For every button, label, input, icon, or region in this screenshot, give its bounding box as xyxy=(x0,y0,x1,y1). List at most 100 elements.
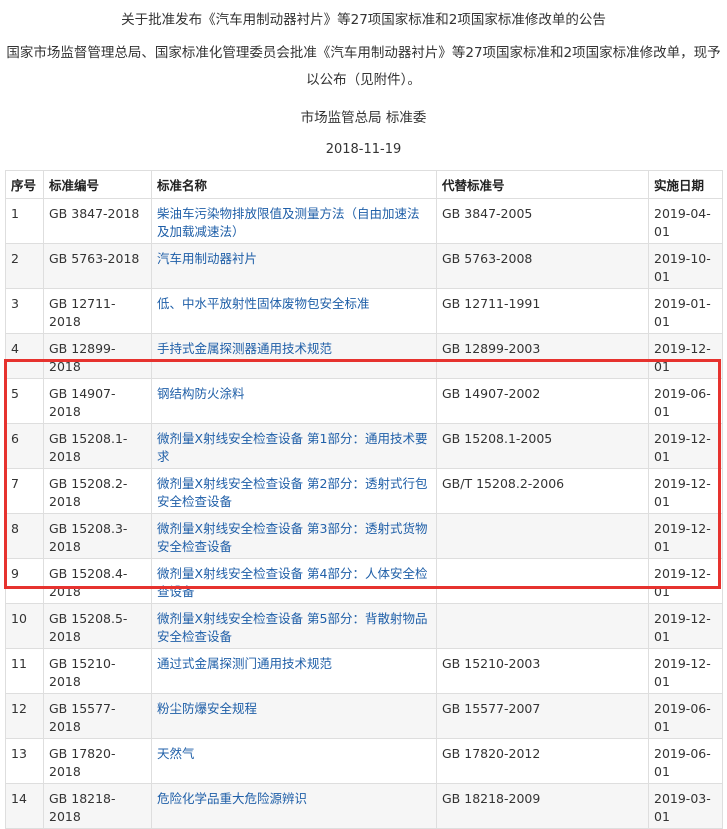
announcement-title: 关于批准发布《汽车用制动器衬片》等27项国家标准和2项国家标准修改单的公告 xyxy=(121,12,606,28)
standard-name-link[interactable]: 粉尘防爆安全规程 xyxy=(157,701,257,716)
cell-name: 微剂量X射线安全检查设备 第2部分：透射式行包安全检查设备 xyxy=(151,468,437,514)
standard-name-link[interactable]: 微剂量X射线安全检查设备 第1部分：通用技术要求 xyxy=(157,431,428,464)
standard-name-link[interactable]: 柴油车污染物排放限值及测量方法（自由加速法及加载减速法） xyxy=(157,206,420,239)
standard-name-link[interactable]: 通过式金属探测门通用技术规范 xyxy=(157,656,332,671)
standard-name-link[interactable]: 微剂量X射线安全检查设备 第2部分：透射式行包安全检查设备 xyxy=(157,476,428,509)
announcement-date: 2018-11-19 xyxy=(325,142,402,157)
cell-replaces: GB 3847-2005 xyxy=(436,198,649,244)
standard-name-link[interactable]: 微剂量X射线安全检查设备 第3部分：透射式货物安全检查设备 xyxy=(157,521,428,554)
cell-code: GB 15208.5-2018 xyxy=(43,603,152,649)
cell-date: 2019-06-01 xyxy=(648,738,723,784)
cell-name: 柴油车污染物排放限值及测量方法（自由加速法及加载减速法） xyxy=(151,198,437,244)
cell-no: 2 xyxy=(5,243,44,289)
cell-name: 粉尘防爆安全规程 xyxy=(151,693,437,739)
cell-replaces: GB 14907-2002 xyxy=(436,378,649,424)
table-row: 5 GB 14907-2018 钢结构防火涂料 GB 14907-2002 2019-0… xyxy=(5,378,723,424)
cell-code: GB 18218-2018 xyxy=(43,783,152,829)
standard-name-link[interactable]: 微剂量X射线安全检查设备 第4部分：人体安全检查设备 xyxy=(157,566,428,599)
cell-no: 3 xyxy=(5,288,44,334)
cell-code: GB 3847-2018 xyxy=(43,198,152,244)
cell-no: 6 xyxy=(5,423,44,469)
header-replaces: 代替标准号 xyxy=(436,170,649,199)
table-body: 1 GB 3847-2018 柴油车污染物排放限值及测量方法（自由加速法及加载减速法… xyxy=(5,198,723,829)
cell-name: 微剂量X射线安全检查设备 第5部分：背散射物品安全检查设备 xyxy=(151,603,437,649)
cell-code: GB 15208.3-2018 xyxy=(43,513,152,559)
cell-replaces xyxy=(436,513,649,559)
cell-date: 2019-12-01 xyxy=(648,333,723,379)
cell-code: GB 12711-2018 xyxy=(43,288,152,334)
standard-name-link[interactable]: 手持式金属探测器通用技术规范 xyxy=(157,341,332,356)
header-date: 实施日期 xyxy=(648,170,723,199)
cell-name: 汽车用制动器衬片 xyxy=(151,243,437,289)
cell-replaces: GB 18218-2009 xyxy=(436,783,649,829)
announcement-intro: 国家市场监督管理总局、国家标准化管理委员会批准《汽车用制动器衬片》等27项国家标… xyxy=(6,45,721,88)
header-no: 序号 xyxy=(5,170,44,199)
standard-name-link[interactable]: 汽车用制动器衬片 xyxy=(157,251,257,266)
cell-date: 2019-03-01 xyxy=(648,783,723,829)
table-header-row: 序号 标准编号 标准名称 代替标准号 实施日期 xyxy=(5,170,723,199)
cell-date: 2019-12-01 xyxy=(648,468,723,514)
cell-date: 2019-01-01 xyxy=(648,288,723,334)
cell-no: 13 xyxy=(5,738,44,784)
table-row: 2 GB 5763-2018 汽车用制动器衬片 GB 5763-2008 2019-10… xyxy=(5,243,723,289)
cell-no: 14 xyxy=(5,783,44,829)
cell-code: GB 17820-2018 xyxy=(43,738,152,784)
cell-date: 2019-12-01 xyxy=(648,603,723,649)
cell-code: GB 15577-2018 xyxy=(43,693,152,739)
table-row: 7 GB 15208.2-2018 微剂量X射线安全检查设备 第2部分：透射式行包安… xyxy=(5,468,723,514)
cell-name: 钢结构防火涂料 xyxy=(151,378,437,424)
cell-no: 4 xyxy=(5,333,44,379)
cell-name: 低、中水平放射性固体废物包安全标准 xyxy=(151,288,437,334)
cell-date: 2019-12-01 xyxy=(648,648,723,694)
header-code: 标准编号 xyxy=(43,170,152,199)
cell-date: 2019-12-01 xyxy=(648,513,723,559)
table-row: 3 GB 12711-2018 低、中水平放射性固体废物包安全标准 GB 12711-… xyxy=(5,288,723,334)
cell-no: 10 xyxy=(5,603,44,649)
cell-name: 危险化学品重大危险源辨识 xyxy=(151,783,437,829)
cell-no: 11 xyxy=(5,648,44,694)
table-row: 11 GB 15210-2018 通过式金属探测门通用技术规范 GB 15210-20… xyxy=(5,648,723,694)
standard-name-link[interactable]: 钢结构防火涂料 xyxy=(157,386,245,401)
cell-name: 微剂量X射线安全检查设备 第1部分：通用技术要求 xyxy=(151,423,437,469)
cell-no: 7 xyxy=(5,468,44,514)
cell-code: GB 15208.1-2018 xyxy=(43,423,152,469)
table-row: 13 GB 17820-2018 天然气 GB 17820-2012 2019-06-0… xyxy=(5,738,723,784)
cell-replaces: GB 15208.1-2005 xyxy=(436,423,649,469)
cell-no: 8 xyxy=(5,513,44,559)
cell-replaces: GB 15210-2003 xyxy=(436,648,649,694)
cell-date: 2019-12-01 xyxy=(648,423,723,469)
cell-code: GB 5763-2018 xyxy=(43,243,152,289)
cell-date: 2019-06-01 xyxy=(648,693,723,739)
standard-name-link[interactable]: 天然气 xyxy=(157,746,195,761)
table-row: 6 GB 15208.1-2018 微剂量X射线安全检查设备 第1部分：通用技术要求… xyxy=(5,423,723,469)
cell-name: 微剂量X射线安全检查设备 第3部分：透射式货物安全检查设备 xyxy=(151,513,437,559)
cell-name: 通过式金属探测门通用技术规范 xyxy=(151,648,437,694)
cell-code: GB 15208.2-2018 xyxy=(43,468,152,514)
standards-table: 序号 标准编号 标准名称 代替标准号 实施日期 1 GB 3847-2018 柴油车… xyxy=(5,170,723,829)
cell-replaces xyxy=(436,603,649,649)
cell-date: 2019-06-01 xyxy=(648,378,723,424)
cell-replaces: GB 12899-2003 xyxy=(436,333,649,379)
table-row: 1 GB 3847-2018 柴油车污染物排放限值及测量方法（自由加速法及加载减速法… xyxy=(5,198,723,244)
cell-code: GB 12899-2018 xyxy=(43,333,152,379)
table-row: 10 GB 15208.5-2018 微剂量X射线安全检查设备 第5部分：背散射物品… xyxy=(5,603,723,649)
cell-date: 2019-12-01 xyxy=(648,558,723,604)
cell-replaces: GB 15577-2007 xyxy=(436,693,649,739)
table-row: 4 GB 12899-2018 手持式金属探测器通用技术规范 GB 12899-200… xyxy=(5,333,723,379)
table-row: 8 GB 15208.3-2018 微剂量X射线安全检查设备 第3部分：透射式货物安… xyxy=(5,513,723,559)
cell-replaces: GB/T 15208.2-2006 xyxy=(436,468,649,514)
cell-name: 手持式金属探测器通用技术规范 xyxy=(151,333,437,379)
cell-no: 12 xyxy=(5,693,44,739)
table-row: 9 GB 15208.4-2018 微剂量X射线安全检查设备 第4部分：人体安全检查… xyxy=(5,558,723,604)
table-row: 12 GB 15577-2018 粉尘防爆安全规程 GB 15577-2007 2019… xyxy=(5,693,723,739)
announcement-signatory: 市场监管总局 标准委 xyxy=(300,110,427,126)
cell-date: 2019-04-01 xyxy=(648,198,723,244)
cell-no: 5 xyxy=(5,378,44,424)
cell-no: 9 xyxy=(5,558,44,604)
cell-date: 2019-10-01 xyxy=(648,243,723,289)
cell-replaces: GB 5763-2008 xyxy=(436,243,649,289)
standard-name-link[interactable]: 危险化学品重大危险源辨识 xyxy=(157,791,307,806)
standard-name-link[interactable]: 微剂量X射线安全检查设备 第5部分：背散射物品安全检查设备 xyxy=(157,611,428,644)
cell-name: 微剂量X射线安全检查设备 第4部分：人体安全检查设备 xyxy=(151,558,437,604)
standard-name-link[interactable]: 低、中水平放射性固体废物包安全标准 xyxy=(157,296,370,311)
